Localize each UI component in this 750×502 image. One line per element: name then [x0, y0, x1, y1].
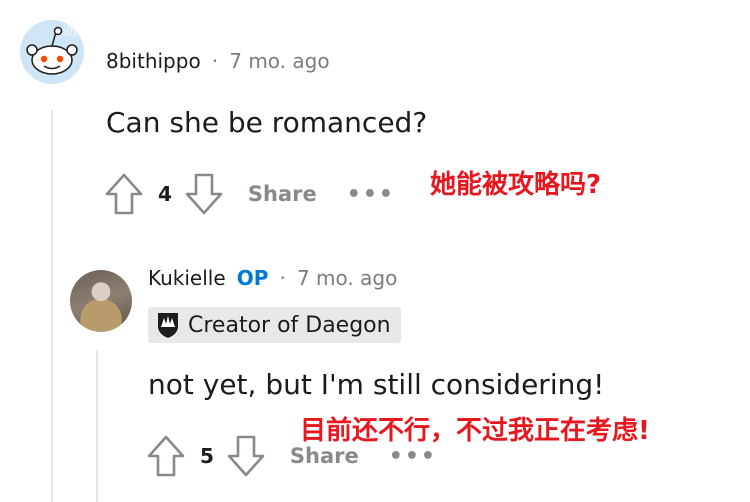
username[interactable]: Kukielle	[148, 266, 226, 290]
share-button[interactable]: Share	[290, 444, 359, 468]
downvote-arrow-icon	[227, 435, 265, 477]
op-badge: OP	[236, 266, 269, 290]
separator: ·	[279, 266, 286, 290]
upvote-arrow-icon	[105, 173, 143, 215]
username[interactable]: 8bithippo	[106, 49, 201, 73]
timestamp[interactable]: 7 mo. ago	[229, 49, 329, 73]
shield-crest-icon	[158, 313, 178, 338]
upvote-button[interactable]	[104, 172, 144, 216]
comment-header: 8bithippo · 7 mo. ago	[106, 49, 330, 73]
user-flair: Creator of Daegon	[148, 307, 401, 343]
thread-line-reply[interactable]	[96, 350, 98, 502]
comment-text: not yet, but I'm still considering!	[148, 368, 605, 401]
comment-actions: 4 Share •••	[104, 172, 395, 216]
upvote-button[interactable]	[146, 434, 186, 478]
vote-score: 4	[158, 182, 172, 206]
avatar[interactable]	[70, 270, 132, 332]
watermark: 游研社	[62, 19, 113, 39]
thread-line[interactable]	[51, 110, 53, 502]
comment-header: Kukielle OP · 7 mo. ago	[148, 266, 397, 290]
more-options-button[interactable]: •••	[389, 444, 437, 469]
downvote-button[interactable]	[184, 172, 224, 216]
comment-actions: 5 Share •••	[146, 434, 437, 478]
comment-text: Can she be romanced?	[106, 106, 428, 139]
share-button[interactable]: Share	[248, 182, 317, 206]
separator: ·	[211, 49, 219, 73]
vote-score: 5	[200, 444, 214, 468]
timestamp[interactable]: 7 mo. ago	[297, 266, 397, 290]
upvote-arrow-icon	[147, 435, 185, 477]
downvote-button[interactable]	[226, 434, 266, 478]
flair-text: Creator of Daegon	[188, 312, 391, 338]
downvote-arrow-icon	[185, 173, 223, 215]
translation-caption: 她能被攻略吗?	[430, 170, 602, 200]
more-options-button[interactable]: •••	[347, 182, 395, 207]
